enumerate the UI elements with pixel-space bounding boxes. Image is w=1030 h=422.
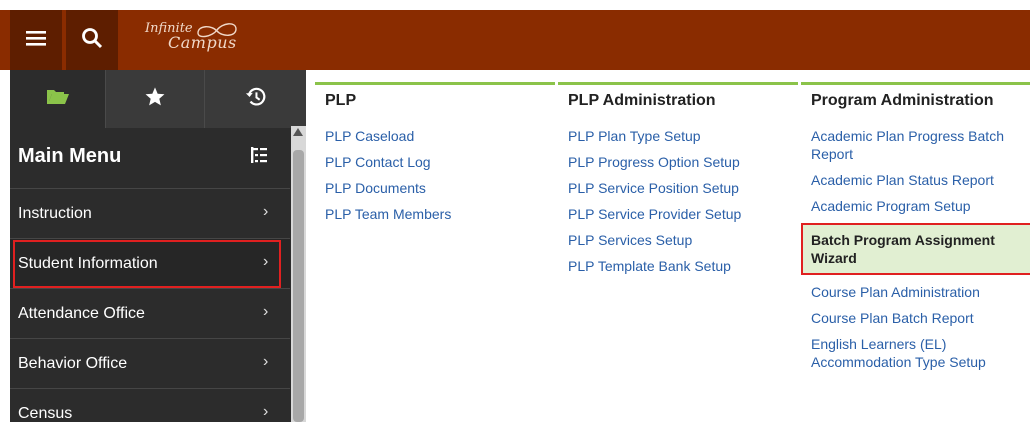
link-plp-contact-log[interactable]: PLP Contact Log [325,153,451,171]
link-academic-program-setup[interactable]: Academic Program Setup [811,197,1026,215]
column-title: Program Administration [811,92,994,109]
infinite-campus-logo[interactable]: Infinite Campus [140,18,250,62]
history-icon [245,86,267,113]
menu-item-census[interactable]: Census › [10,388,290,422]
column-accent-bar [558,82,798,85]
search-button[interactable] [66,10,118,70]
main-menu-title: Main Menu [18,145,122,167]
menu-item-student-information[interactable]: Student Information › [10,238,290,288]
column-accent-bar [801,82,1030,85]
link-plp-team-members[interactable]: PLP Team Members [325,205,451,223]
link-academic-plan-progress-batch-report[interactable]: Academic Plan Progress Batch Report [811,127,1026,163]
link-plp-plan-type-setup[interactable]: PLP Plan Type Setup [568,127,741,145]
menu-item-label: Behavior Office [18,354,128,372]
link-course-plan-batch-report[interactable]: Course Plan Batch Report [811,309,1026,327]
column-links: Academic Plan Progress Batch Report Acad… [801,127,1030,379]
link-plp-service-position-setup[interactable]: PLP Service Position Setup [568,179,741,197]
column-links: PLP Plan Type Setup PLP Progress Option … [568,127,741,283]
link-batch-program-assignment-wizard[interactable]: Batch Program Assignment Wizard [801,223,1030,275]
link-course-plan-administration[interactable]: Course Plan Administration [811,283,1026,301]
chevron-right-icon: › [263,253,269,270]
sidebar: Main Menu Instruction › Student Informat… [10,70,306,422]
menu-button[interactable] [10,10,62,70]
column-title: PLP Administration [568,92,716,109]
link-plp-template-bank-setup[interactable]: PLP Template Bank Setup [568,257,741,275]
main-menu-list: Instruction › Student Information › Atte… [10,188,290,422]
menu-item-behavior-office[interactable]: Behavior Office › [10,338,290,388]
search-icon [81,27,103,54]
menu-item-instruction[interactable]: Instruction › [10,188,290,238]
link-academic-plan-status-report[interactable]: Academic Plan Status Report [811,171,1026,189]
column-accent-bar [315,82,555,85]
menu-item-label: Attendance Office [18,304,145,322]
link-english-learners-accommodation-type-setup[interactable]: English Learners (EL) Accommodation Type… [811,335,1026,371]
tab-favorites[interactable] [106,70,205,128]
tab-main-menu[interactable] [10,70,106,128]
folder-icon [46,87,70,112]
menu-item-label: Student Information [18,254,158,272]
link-plp-progress-option-setup[interactable]: PLP Progress Option Setup [568,153,741,171]
sidebar-tabs [10,70,306,128]
tree-view-icon[interactable] [250,146,268,169]
chevron-right-icon: › [263,303,269,320]
infinity-icon [197,23,237,38]
menu-item-attendance-office[interactable]: Attendance Office › [10,288,290,338]
chevron-right-icon: › [263,403,269,420]
link-plp-services-setup[interactable]: PLP Services Setup [568,231,741,249]
menu-item-label: Instruction [18,204,92,222]
tab-recent[interactable] [205,70,306,128]
column-title: PLP [325,92,357,109]
chevron-right-icon: › [263,203,269,220]
scroll-up-arrow-icon[interactable] [293,128,303,136]
hamburger-icon [25,29,47,52]
top-bar: Infinite Campus [0,10,1030,70]
link-plp-documents[interactable]: PLP Documents [325,179,451,197]
column-links: PLP Caseload PLP Contact Log PLP Documen… [325,127,451,231]
chevron-right-icon: › [263,353,269,370]
main-menu-header: Main Menu [10,128,290,184]
scrollbar-thumb[interactable] [293,150,304,422]
star-icon [144,86,166,113]
link-plp-service-provider-setup[interactable]: PLP Service Provider Setup [568,205,741,223]
menu-item-label: Census [18,404,73,422]
link-plp-caseload[interactable]: PLP Caseload [325,127,451,145]
